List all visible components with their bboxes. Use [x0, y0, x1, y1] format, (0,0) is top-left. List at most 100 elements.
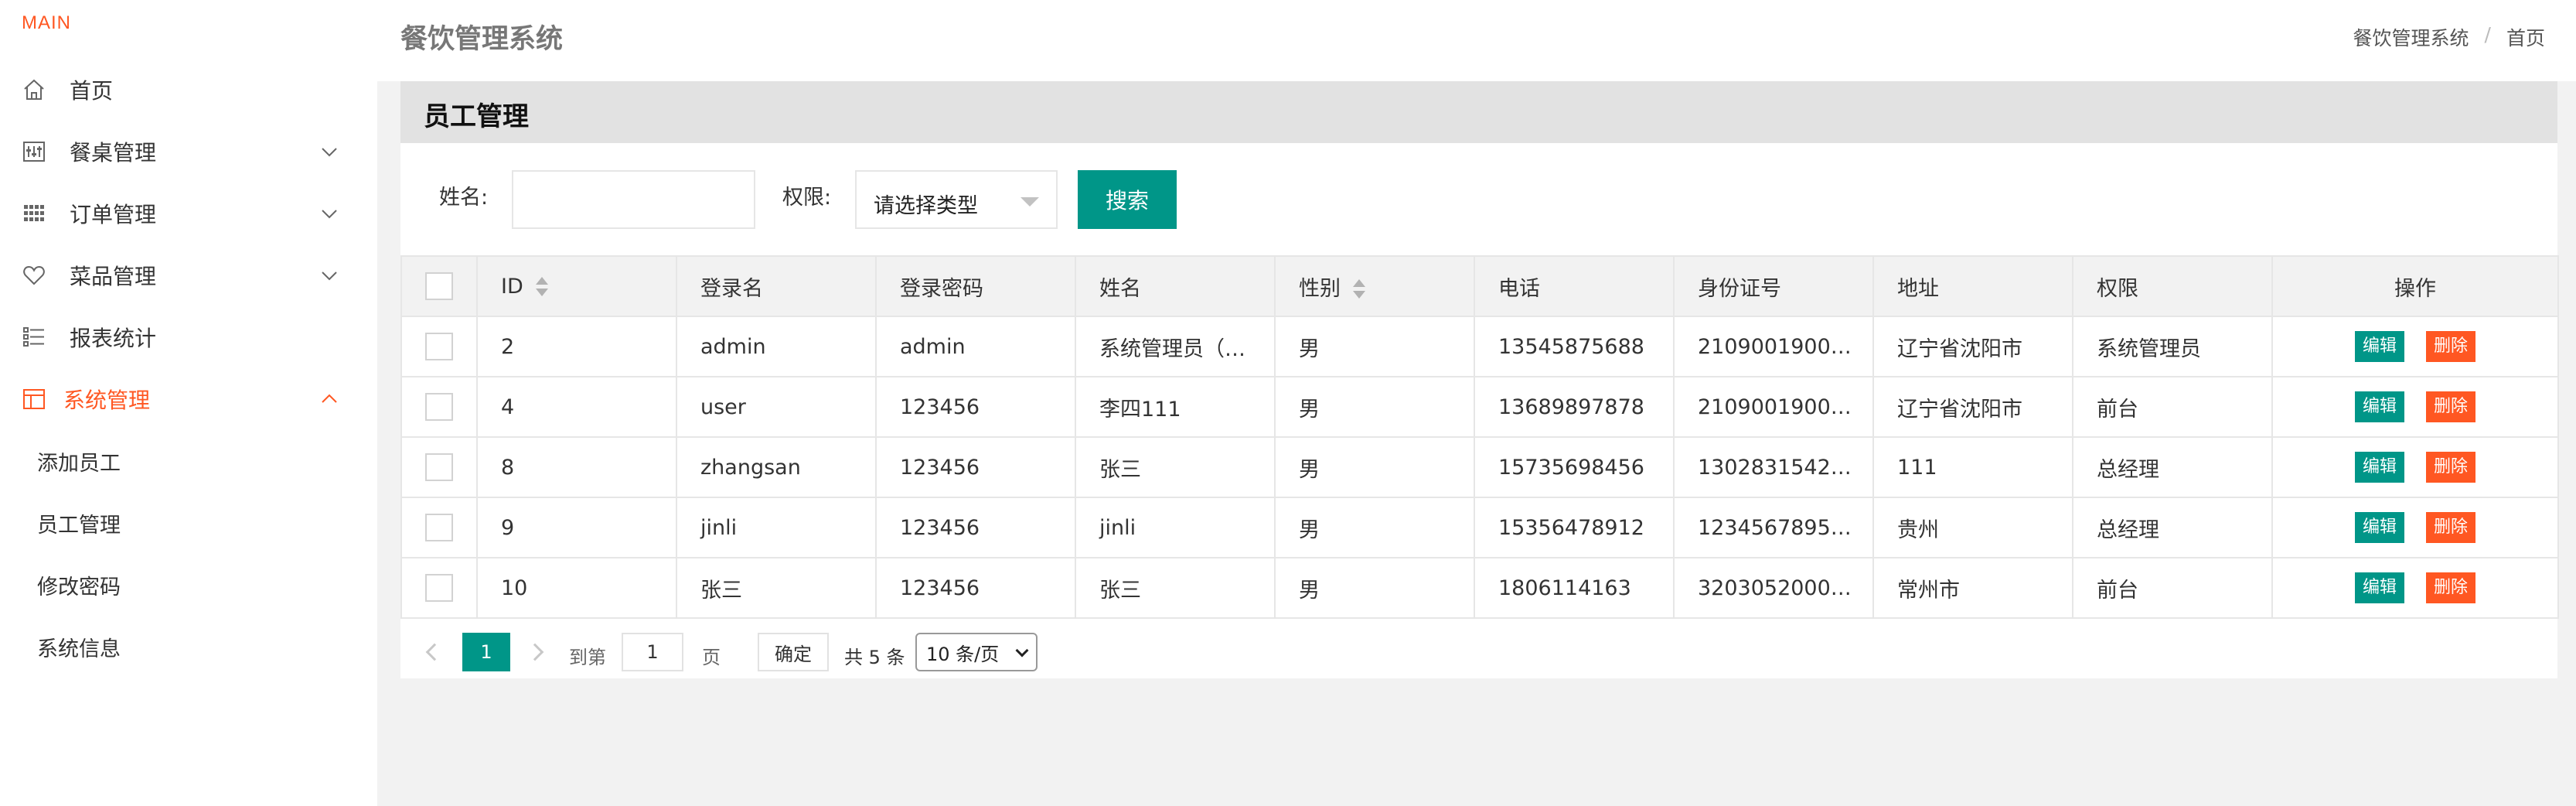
sidebar-item-tables[interactable]: 餐桌管理: [0, 121, 377, 183]
page-size-value: 10 条/页: [926, 643, 1000, 665]
edit-button[interactable]: 编辑: [2354, 391, 2404, 422]
sidebar-item-dishes[interactable]: 菜品管理: [0, 244, 377, 306]
cell-password: 123456: [875, 497, 1076, 558]
cell-login: jinli: [676, 497, 877, 558]
select-all-checkbox[interactable]: [425, 272, 453, 300]
cell-password: 123456: [875, 557, 1076, 619]
cell-password: 123456: [875, 376, 1076, 438]
row-checkbox[interactable]: [425, 333, 453, 360]
cell-id: 2: [476, 316, 677, 377]
current-page-button[interactable]: 1: [462, 633, 510, 671]
cell-password: admin: [875, 316, 1076, 377]
edit-button[interactable]: 编辑: [2354, 512, 2404, 543]
cell-gender: 男: [1274, 557, 1475, 619]
cell-gender: 男: [1274, 316, 1475, 377]
chevron-down-icon: [1015, 644, 1029, 657]
table-row: 4 user 123456 李四111 男 13689897878 2109001900… 辽…: [400, 376, 2559, 438]
role-select[interactable]: 请选择类型: [855, 170, 1058, 229]
breadcrumb: 餐饮管理系统 / 首页: [2353, 23, 2545, 51]
table-row: 8 zhangsan 123456 张三男 15735698456 1302831542……: [400, 436, 2559, 498]
delete-button[interactable]: 删除: [2426, 512, 2476, 543]
breadcrumb-item[interactable]: 餐饮管理系统: [2353, 23, 2469, 51]
checkbox-cell: [400, 376, 478, 438]
column-header-login: 登录名: [676, 255, 877, 317]
edit-button[interactable]: 编辑: [2354, 452, 2404, 483]
checkbox-cell: [400, 316, 478, 377]
confirm-button[interactable]: 确定: [758, 633, 829, 671]
name-input[interactable]: [512, 170, 755, 229]
actions-cell: 编辑 删除: [2271, 316, 2559, 377]
chevron-down-icon: [322, 148, 337, 157]
sidebar-subitem-system-info[interactable]: 系统信息: [37, 616, 377, 678]
cell-idcard: 3203052000…: [1673, 557, 1874, 619]
cell-password: 123456: [875, 436, 1076, 498]
table-row: 9 jinli 123456 jinli 男 15356478912 1234567895……: [400, 497, 2559, 558]
column-header-role: 权限: [2072, 255, 2273, 317]
delete-button[interactable]: 删除: [2426, 572, 2476, 603]
card-header: 员工管理: [400, 81, 2557, 143]
chevron-down-icon: [322, 210, 337, 219]
sidebar-item-label: 首页: [70, 78, 114, 104]
cell-id: 8: [476, 436, 677, 498]
cell-phone: 1806114163: [1474, 557, 1675, 619]
cell-name: 张三: [1075, 557, 1276, 619]
table-row: 10 张三 123456 张三男 1806114163 3203052000… 常州市 前台编…: [400, 557, 2559, 619]
cell-address: 辽宁省沈阳市: [1872, 376, 2073, 438]
role-label: 权限:: [782, 186, 832, 210]
sidebar-item-orders[interactable]: 订单管理: [0, 183, 377, 244]
cell-phone: 13545875688: [1474, 316, 1675, 377]
chevron-down-icon: [322, 272, 337, 281]
sidebar-item-system[interactable]: 系统管理: [0, 368, 377, 430]
row-checkbox[interactable]: [425, 514, 453, 541]
cell-role: 前台: [2072, 376, 2273, 438]
goto-page-input[interactable]: 1: [622, 633, 683, 671]
chevron-up-icon: [322, 394, 337, 403]
delete-button[interactable]: 删除: [2426, 331, 2476, 362]
delete-button[interactable]: 删除: [2426, 391, 2476, 422]
cell-name: jinli: [1075, 497, 1276, 558]
column-header-phone: 电话: [1474, 255, 1675, 317]
cell-login: admin: [676, 316, 877, 377]
edit-button[interactable]: 编辑: [2354, 572, 2404, 603]
delete-button[interactable]: 删除: [2426, 452, 2476, 483]
search-button[interactable]: 搜索: [1078, 170, 1177, 229]
page-size-select[interactable]: 10 条/页: [915, 633, 1038, 671]
cell-role: 总经理: [2072, 497, 2273, 558]
sidebar-item-label: 报表统计: [70, 326, 157, 351]
chevron-right-icon[interactable]: [526, 643, 544, 661]
column-header-gender[interactable]: 性别: [1274, 255, 1475, 317]
edit-button[interactable]: 编辑: [2354, 331, 2404, 362]
sort-icon[interactable]: [535, 277, 548, 297]
actions-cell: 编辑 删除: [2271, 497, 2559, 558]
cell-login: 张三: [676, 557, 877, 619]
breadcrumb-item[interactable]: 首页: [2506, 23, 2545, 51]
sidebar-item-label: 订单管理: [70, 202, 157, 227]
sidebar-subitem-change-password[interactable]: 修改密码: [37, 554, 377, 616]
employee-table: ID 登录名 登录密码 姓名 性别 电话 身份证号 地址 权限 操作 2 admi…: [400, 255, 2559, 619]
row-checkbox[interactable]: [425, 393, 453, 421]
actions-cell: 编辑 删除: [2271, 376, 2559, 438]
chevron-left-icon[interactable]: [425, 643, 444, 661]
sidebar-item-home[interactable]: 首页: [0, 59, 377, 121]
cell-id: 4: [476, 376, 677, 438]
home-icon: [22, 77, 46, 102]
checkbox-cell: [400, 497, 478, 558]
sidebar-subitem-employee-management[interactable]: 员工管理: [37, 492, 377, 554]
row-checkbox[interactable]: [425, 453, 453, 481]
sidebar-item-label: 餐桌管理: [70, 140, 157, 166]
cell-name: 张三: [1075, 436, 1276, 498]
table-header-row: ID 登录名 登录密码 姓名 性别 电话 身份证号 地址 权限 操作: [400, 255, 2559, 317]
brand-logo: MAIN: [22, 12, 71, 33]
sidebar-item-reports[interactable]: 报表统计: [0, 306, 377, 368]
cell-role: 系统管理员: [2072, 316, 2273, 377]
header-checkbox-cell: [400, 255, 478, 317]
list-icon: [22, 325, 46, 350]
column-label: 性别: [1299, 276, 1341, 301]
sort-icon[interactable]: [1353, 279, 1365, 299]
checkbox-cell: [400, 557, 478, 619]
sidebar-subitem-add-employee[interactable]: 添加员工: [37, 430, 377, 492]
layout-icon: [22, 387, 46, 412]
cell-id: 9: [476, 497, 677, 558]
row-checkbox[interactable]: [425, 574, 453, 602]
column-header-id[interactable]: ID: [476, 255, 677, 317]
